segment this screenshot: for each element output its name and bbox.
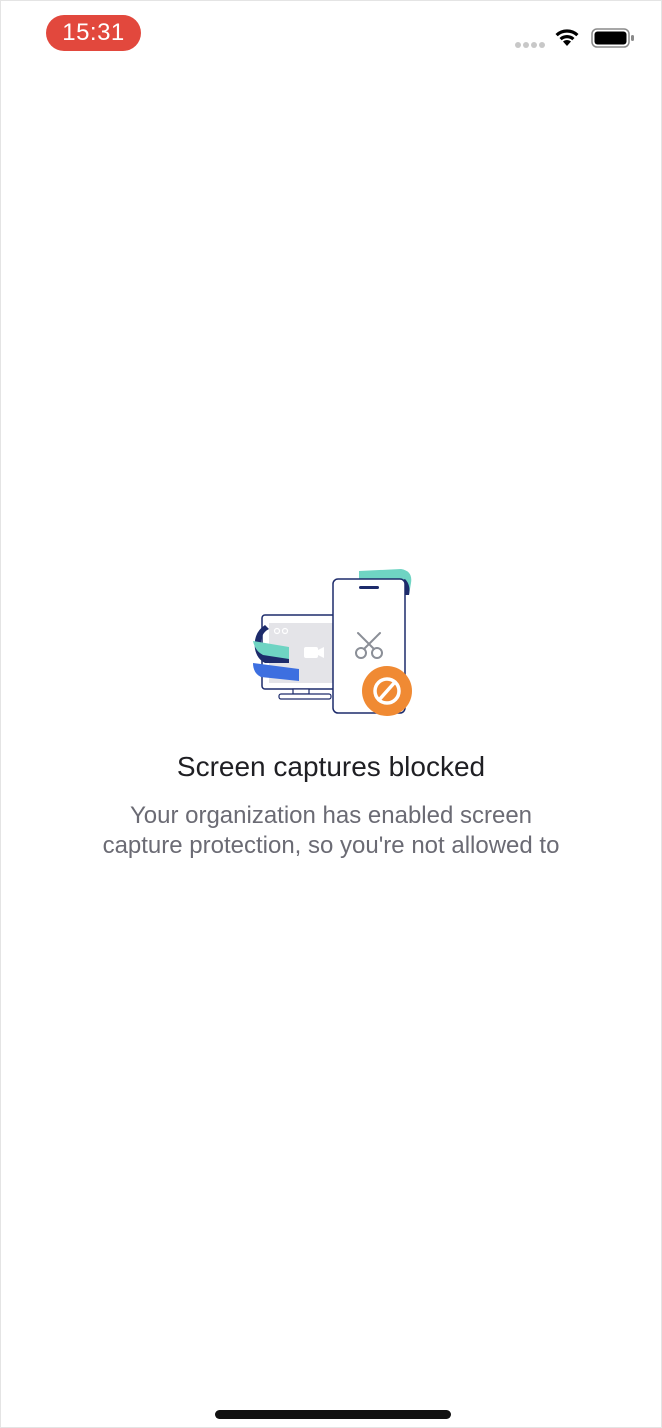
screen-capture-blocked-illustration xyxy=(253,569,412,716)
battery-icon xyxy=(591,28,634,48)
page-title: Screen captures blocked xyxy=(176,751,486,782)
status-time[interactable]: 15:31 xyxy=(46,15,141,51)
screen: 15:31 Screen captures blocked Your organ… xyxy=(0,0,662,1428)
protection-message: Your organization has enabled screen cap… xyxy=(61,801,601,861)
message-line: capture protection, so you're not allowe… xyxy=(102,832,560,859)
status-bar: 15:31 xyxy=(1,1,661,71)
message-line: Your organization has enabled screen xyxy=(129,802,533,829)
wifi-icon xyxy=(555,29,579,46)
cellular-signal-icon xyxy=(515,42,545,48)
home-indicator[interactable] xyxy=(215,1410,451,1419)
